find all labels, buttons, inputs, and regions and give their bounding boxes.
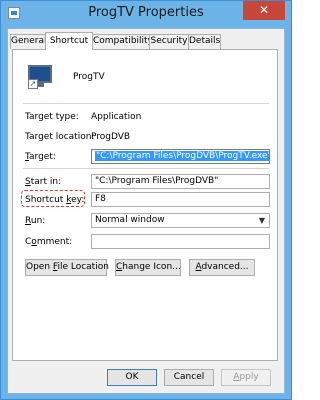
target-label: Target: — [25, 152, 56, 162]
open-file-location-button[interactable]: Open File Location — [25, 259, 109, 276]
tab-shortcut[interactable]: Shortcut — [45, 32, 93, 50]
shortcut-name: ProgTV — [73, 72, 105, 82]
start-in-field[interactable]: "C:\Program Files\ProgDVB" — [91, 174, 270, 189]
shortcut-key-field[interactable]: F8 — [91, 192, 270, 207]
run-label: Run: — [25, 216, 46, 226]
divider — [23, 103, 269, 104]
target-location-label: Target location: — [25, 132, 95, 142]
target-field[interactable]: "C:\Program Files\ProgDVB\ProgTV.exe" — [91, 149, 270, 164]
comment-field[interactable] — [91, 234, 270, 249]
target-location-value: ProgDVB — [91, 132, 131, 142]
advanced-button[interactable]: Advanced... — [189, 259, 255, 276]
tab-details[interactable]: Details — [188, 34, 221, 49]
shortcut-panel: ➚ ProgTV Target type: Application Target… — [12, 49, 278, 361]
target-type-value: Application — [91, 112, 142, 122]
run-value: Normal window — [95, 215, 165, 225]
ok-button[interactable]: OK — [107, 369, 157, 386]
dialog-client: General Shortcut Compatibility Security … — [7, 28, 285, 394]
tab-security[interactable]: Security — [149, 34, 189, 49]
shortcut-arrow-icon: ➚ — [28, 79, 38, 89]
comment-label: Comment: — [25, 237, 73, 247]
change-icon-button[interactable]: Change Icon... — [115, 259, 181, 276]
properties-window: ProgTV Properties ✕ General Shortcut Com… — [0, 0, 292, 400]
run-dropdown[interactable]: Normal window ▼ — [91, 213, 270, 228]
divider — [23, 168, 269, 169]
close-button[interactable]: ✕ — [243, 1, 285, 20]
start-in-label: Start in: — [25, 177, 62, 187]
cancel-button[interactable]: Cancel — [164, 369, 214, 386]
program-icon: ➚ — [28, 65, 56, 91]
chevron-down-icon: ▼ — [258, 216, 265, 225]
title-bar[interactable]: ProgTV Properties ✕ — [1, 1, 291, 27]
tab-general[interactable]: General — [10, 34, 46, 49]
target-value: "C:\Program Files\ProgDVB\ProgTV.exe" — [95, 151, 269, 161]
tab-compatibility[interactable]: Compatibility — [92, 34, 153, 49]
shortcut-key-label: Shortcut key: — [25, 195, 85, 205]
target-type-label: Target type: — [25, 112, 79, 122]
apply-button[interactable]: Apply — [221, 369, 271, 386]
